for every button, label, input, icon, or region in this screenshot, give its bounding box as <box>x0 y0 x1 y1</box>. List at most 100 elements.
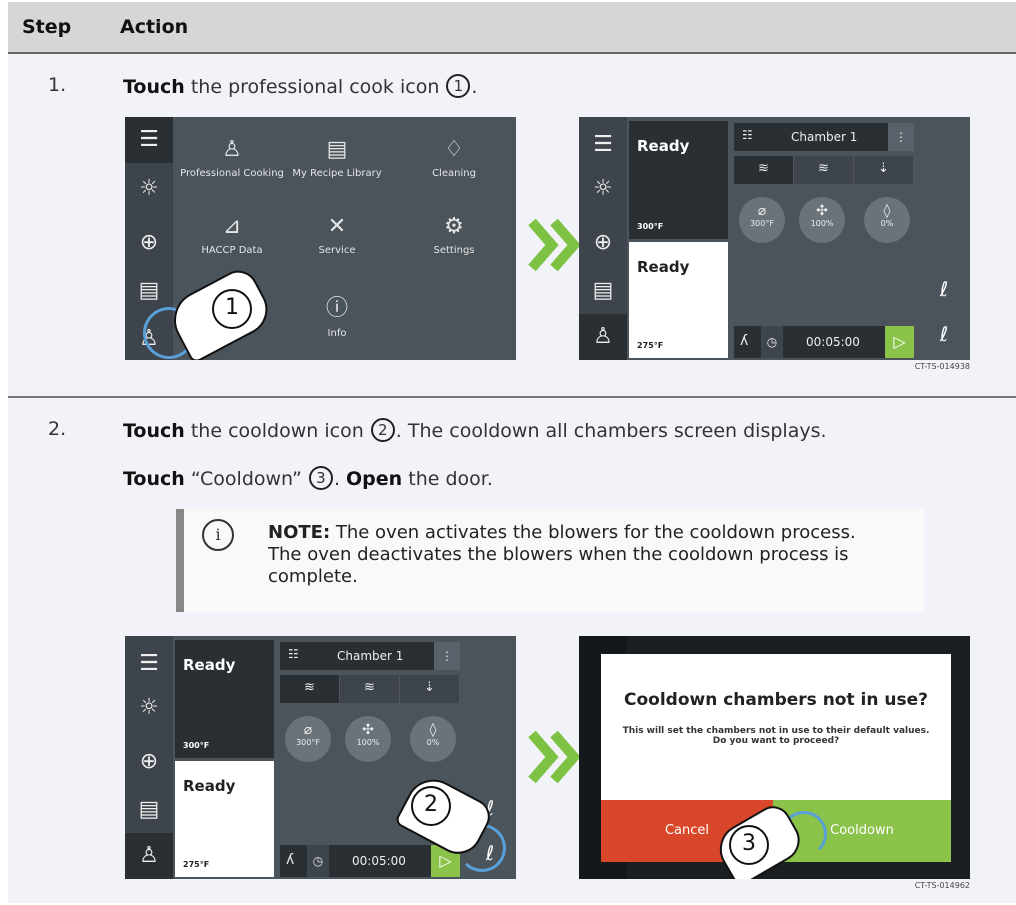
callout-marker: 3 <box>729 825 769 865</box>
knob-value: 0% <box>880 219 894 228</box>
menu-item-info[interactable]: ⓘ Info <box>282 290 392 339</box>
more-options-icon[interactable]: ⋮ <box>888 123 914 151</box>
drop-icon: ◊ <box>429 722 437 738</box>
instruction-text: “Cooldown” <box>184 468 308 490</box>
chamber-temp: 300°F <box>183 741 210 750</box>
recipe-icon[interactable]: ▤ <box>589 277 617 305</box>
chamber-card-bottom[interactable]: Ready 275°F <box>175 761 274 877</box>
moisture-knob[interactable]: ◊ 0% <box>864 197 910 243</box>
next-arrow-icon <box>528 730 581 784</box>
fan-icon: ✣ <box>362 722 374 738</box>
professional-cook-icon[interactable]: ♙ <box>125 833 173 879</box>
chamber-selector[interactable]: ☷ Chamber 1 ⋮ <box>280 642 460 670</box>
step-instruction-line-1: Touch the cooldown icon 2. The cooldown … <box>123 418 827 442</box>
instruction-text: . <box>333 468 347 490</box>
convection-mode-icon[interactable]: ≋ <box>734 156 794 184</box>
cleaning-icon: ♢ <box>444 137 464 162</box>
more-options-icon[interactable]: ⋮ <box>434 642 460 670</box>
menu-item-recipe-library[interactable]: ▤ My Recipe Library <box>282 137 392 179</box>
cooldown-icon[interactable]: ℓ <box>929 322 959 346</box>
menu-label: Settings <box>433 245 475 256</box>
preheat-icon[interactable]: ℓ <box>929 277 959 301</box>
recipe-icon[interactable]: ▤ <box>135 277 163 305</box>
clock-icon[interactable]: ◷ <box>761 326 783 358</box>
chamber-status: Ready <box>183 656 236 674</box>
callout-marker: 1 <box>446 74 471 98</box>
chamber-status: Ready <box>637 137 690 155</box>
step-instruction-line-2: Touch “Cooldown” 3. Open the door. <box>123 466 493 490</box>
note-label: NOTE: <box>268 522 331 543</box>
temperature-knob[interactable]: ⌀ 300°F <box>285 716 331 762</box>
menu-label: Cleaning <box>432 168 476 179</box>
steam-mode-icon[interactable]: ≋ <box>794 156 854 184</box>
lock-icon[interactable]: ⊕ <box>589 229 617 257</box>
moisture-knob[interactable]: ◊ 0% <box>410 716 456 762</box>
menu-item-professional-cooking[interactable]: ♙ Professional Cooking <box>177 137 287 179</box>
clock-icon[interactable]: ◷ <box>307 845 329 877</box>
instruction-text: the door. <box>402 468 493 490</box>
table-header-row: Step Action <box>8 2 1016 54</box>
brightness-icon[interactable]: ☼ <box>135 694 163 722</box>
fan-knob[interactable]: ✣ 100% <box>345 716 391 762</box>
chamber-card-bottom[interactable]: Ready 275°F <box>629 242 728 358</box>
menu-label: HACCP Data <box>201 245 263 256</box>
professional-cook-icon: ♙ <box>222 137 242 162</box>
menu-item-service[interactable]: ✕ Service <box>282 214 392 256</box>
chamber-card-top[interactable]: Ready 300°F <box>629 121 728 239</box>
knob-value: 100% <box>810 219 834 228</box>
hamburger-menu-icon[interactable]: ☰ <box>125 117 173 163</box>
knob-value: 100% <box>356 738 380 747</box>
step-instruction: Touch the professional cook icon 1. <box>123 74 477 98</box>
steam-mode-icon[interactable]: ≋ <box>340 675 400 703</box>
menu-item-settings[interactable]: ⚙ Settings <box>399 214 509 256</box>
recipe-icon[interactable]: ▤ <box>135 796 163 824</box>
brightness-icon[interactable]: ☼ <box>589 175 617 203</box>
dialog-message: This will set the chambers not in use to… <box>622 726 930 746</box>
brightness-icon[interactable]: ☼ <box>135 175 163 203</box>
chamber-status: Ready <box>637 258 690 276</box>
sliders-icon: ☷ <box>742 128 753 142</box>
column-header-step: Step <box>22 16 72 38</box>
step-number: 2. <box>48 418 67 440</box>
callout-marker: 3 <box>308 466 333 490</box>
sidebar: ☰ ☼ ⊕ ▤ ♙ <box>579 117 627 360</box>
figure-code: CT-TS-014938 <box>914 362 970 371</box>
hamburger-menu-icon[interactable]: ☰ <box>589 131 617 159</box>
hamburger-menu-icon[interactable]: ☰ <box>135 650 163 678</box>
humidity-mode-icon[interactable]: ⇣ <box>400 675 460 703</box>
professional-cook-icon[interactable]: ♙ <box>579 314 627 360</box>
fan-knob[interactable]: ✣ 100% <box>799 197 845 243</box>
instruction-end: . <box>471 76 478 98</box>
action-verb: Open <box>346 468 403 490</box>
note-body: The oven activates the blowers for the c… <box>268 522 856 587</box>
lock-icon[interactable]: ⊕ <box>135 748 163 776</box>
chamber-temp: 275°F <box>183 860 210 869</box>
thermometer-icon: ⌀ <box>757 203 767 219</box>
callout-marker: 2 <box>411 786 451 826</box>
figure-code: CT-TS-014962 <box>914 881 970 890</box>
chamber-temp: 275°F <box>637 341 664 350</box>
temperature-knob[interactable]: ⌀ 300°F <box>739 197 785 243</box>
menu-label: Info <box>327 328 347 339</box>
menu-item-haccp-data[interactable]: ⊿ HACCP Data <box>177 214 287 256</box>
menu-label: My Recipe Library <box>292 168 382 179</box>
screenshot-cooldown-dialog: Cooldown chambers not in use? This will … <box>579 636 970 879</box>
convection-mode-icon[interactable]: ≋ <box>280 675 340 703</box>
knob-value: 300°F <box>750 219 774 228</box>
note-box: i NOTE: The oven activates the blowers f… <box>176 509 924 612</box>
info-icon: i <box>202 519 234 551</box>
chamber-name: Chamber 1 <box>337 649 404 663</box>
probe-icon[interactable]: ʎ <box>286 852 294 868</box>
lock-icon[interactable]: ⊕ <box>135 229 163 257</box>
humidity-mode-icon[interactable]: ⇣ <box>854 156 914 184</box>
probe-icon[interactable]: ʎ <box>740 333 748 349</box>
step-number: 1. <box>48 74 67 96</box>
haccp-icon: ⊿ <box>222 214 242 239</box>
menu-item-cleaning[interactable]: ♢ Cleaning <box>399 137 509 179</box>
chamber-selector[interactable]: ☷ Chamber 1 ⋮ <box>734 123 914 151</box>
knob-value: 300°F <box>296 738 320 747</box>
chamber-card-top[interactable]: Ready 300°F <box>175 640 274 758</box>
instruction-text: . The cooldown all chambers screen displ… <box>395 420 827 442</box>
start-button[interactable]: ▷ <box>885 326 914 358</box>
service-icon: ✕ <box>327 214 347 239</box>
